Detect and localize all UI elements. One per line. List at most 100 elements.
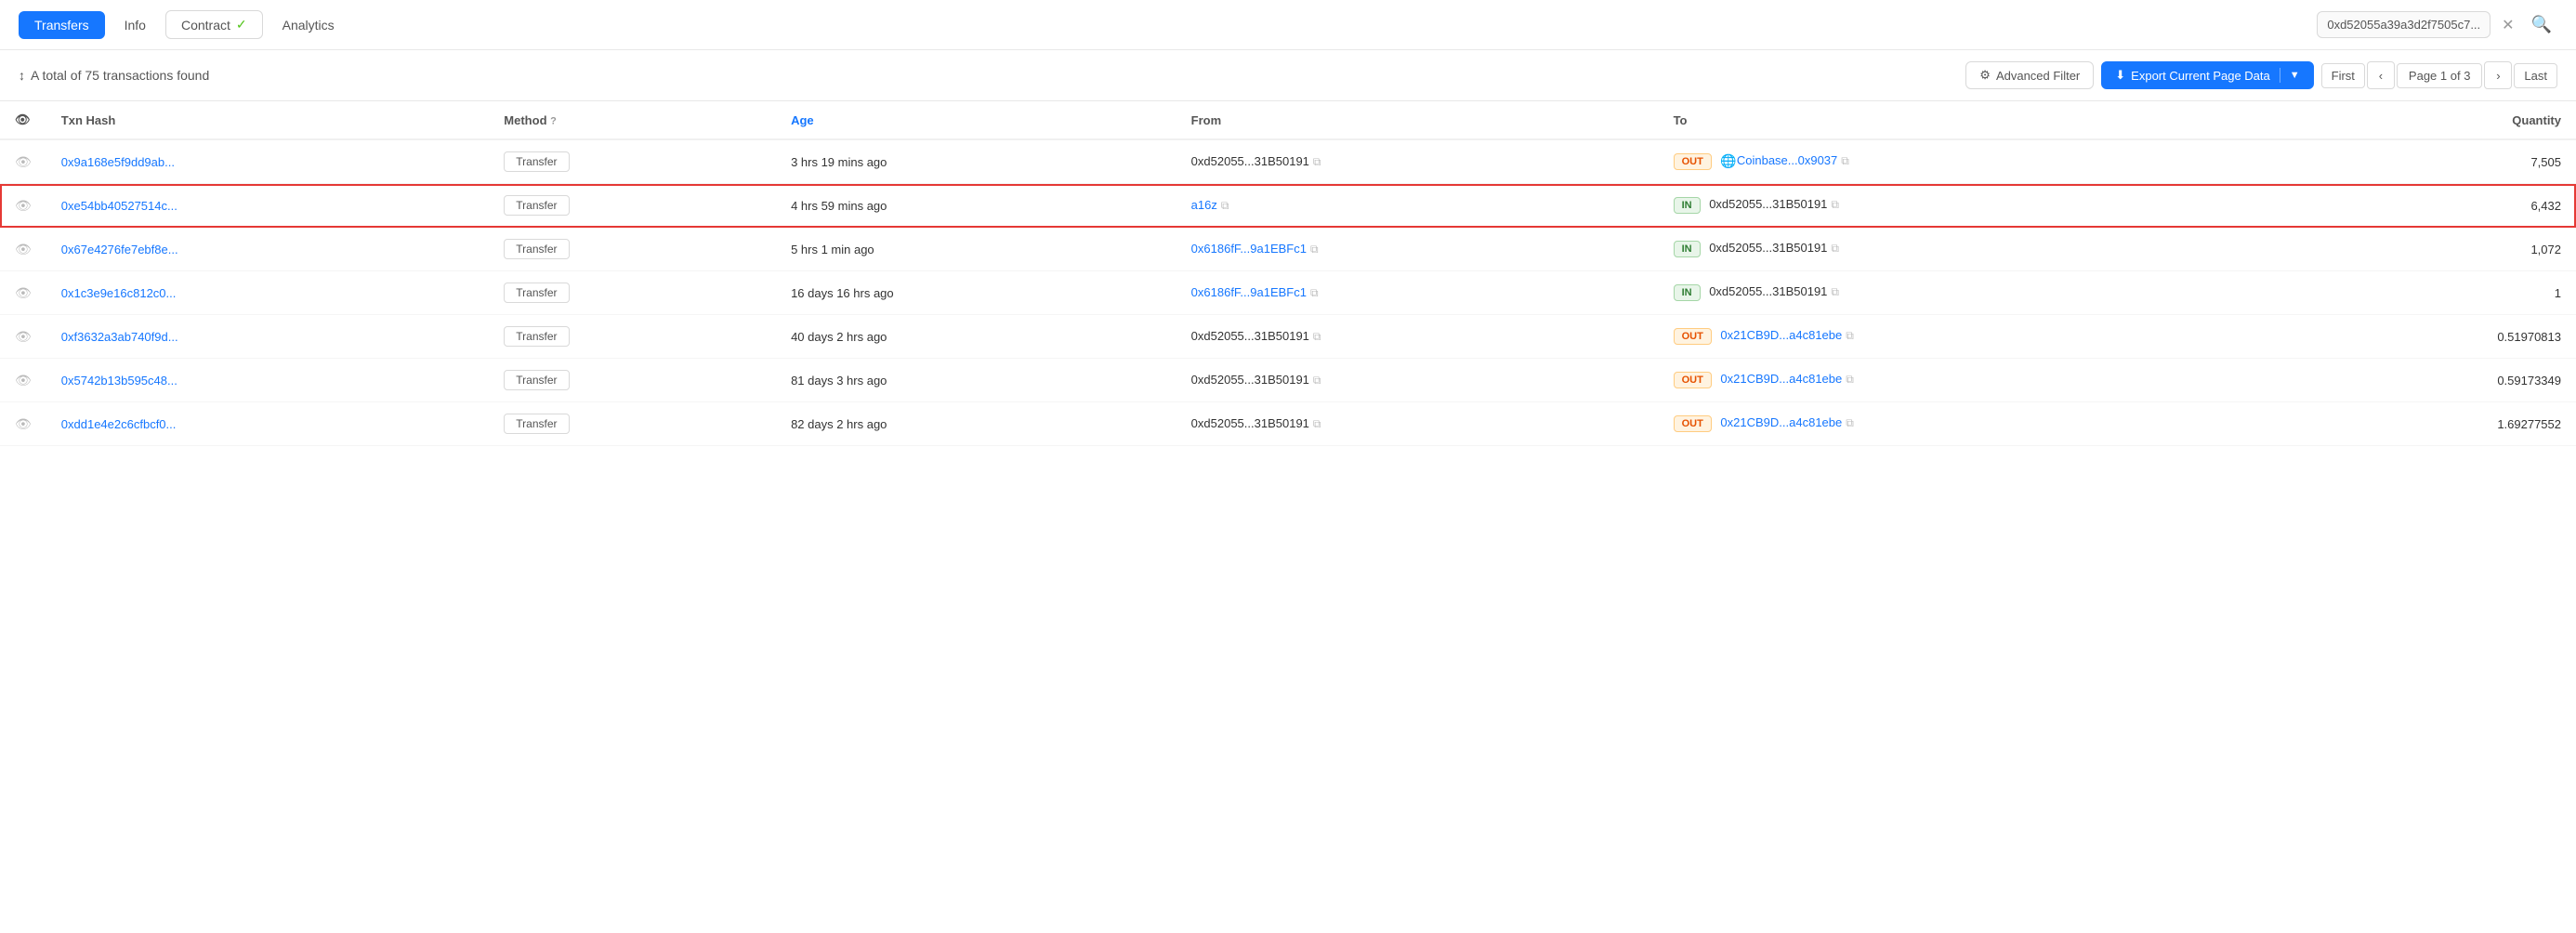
eye-icon[interactable]: 👁 [15, 154, 32, 169]
to-link[interactable]: 0x21CB9D...a4c81ebe [1720, 372, 1842, 386]
eye-cell: 👁 [0, 359, 46, 402]
method-cell: Transfer [489, 228, 776, 271]
from-address: 0xd52055...31B50191 [1191, 329, 1309, 343]
txn-hash-link[interactable]: 0xe54bb40527514c... [61, 199, 177, 213]
tab-info[interactable]: Info [109, 11, 162, 39]
pagination: First ‹ Page 1 of 3 › Last [2321, 61, 2557, 89]
from-cell: 0xd52055...31B50191⧉ [1176, 359, 1659, 402]
from-cell: 0x6186fF...9a1EBFc1⧉ [1176, 271, 1659, 315]
next-page-button[interactable]: › [2484, 61, 2512, 89]
toolbar: ↕ A total of 75 transactions found ⚙ Adv… [0, 50, 2576, 101]
txn-hash-link[interactable]: 0x5742b13b595c48... [61, 374, 177, 388]
to-cell: OUT 0x21CB9D...a4c81ebe ⧉ [1659, 315, 2293, 359]
txn-hash-link[interactable]: 0x1c3e9e16c812c0... [61, 286, 177, 300]
from-cell: 0xd52055...31B50191 ⧉ [1176, 402, 1659, 446]
table-row: 👁 0xf3632a3ab740f9d... Transfer 40 days … [0, 315, 2576, 359]
tab-contract-label: Contract [181, 18, 230, 33]
right-bar: 0xd52055a39a3d2f7505c7... ✕ 🔍 [2317, 9, 2557, 40]
from-link[interactable]: a16z [1191, 198, 1217, 212]
from-copy-icon[interactable]: ⧉ [1313, 330, 1321, 343]
txn-hash-link[interactable]: 0xf3632a3ab740f9d... [61, 330, 178, 344]
to-copy-icon[interactable]: ⧉ [1846, 373, 1854, 386]
to-cell: OUT 0x21CB9D...a4c81ebe ⧉ [1659, 402, 2293, 446]
txn-hash-cell: 0xe54bb40527514c... [46, 184, 490, 228]
from-copy-icon[interactable]: ⧉ [1313, 155, 1321, 168]
page-info: Page 1 of 3 [2397, 63, 2483, 88]
tab-analytics[interactable]: Analytics [267, 11, 350, 39]
method-cell: Transfer [489, 359, 776, 402]
from-cell: a16z ⧉ [1176, 184, 1659, 228]
to-cell: IN 0xd52055...31B50191⧉ [1659, 271, 2293, 315]
from-copy-icon[interactable]: ⧉ [1313, 417, 1321, 430]
coin-icon: 🌐 [1720, 153, 1736, 168]
age-cell: 40 days 2 hrs ago [776, 315, 1176, 359]
table-row: 👁 0x9a168e5f9dd9ab... Transfer 3 hrs 19 … [0, 139, 2576, 184]
from-address: 0xd52055...31B50191 [1191, 416, 1309, 430]
age-cell: 3 hrs 19 mins ago [776, 139, 1176, 184]
tab-contract[interactable]: Contract ✓ [165, 10, 263, 39]
eye-cell: 👁 [0, 402, 46, 446]
eye-icon[interactable]: 👁 [15, 416, 32, 431]
to-link[interactable]: 0x21CB9D...a4c81ebe [1720, 415, 1842, 429]
th-eye: 👁 [0, 101, 46, 139]
method-badge: Transfer [504, 239, 569, 259]
eye-icon[interactable]: 👁 [15, 329, 32, 344]
to-copy-icon[interactable]: ⧉ [1846, 329, 1854, 342]
eye-cell: 👁 [0, 315, 46, 359]
to-copy-icon[interactable]: ⧉ [1846, 416, 1854, 429]
txn-hash-link[interactable]: 0xdd1e4e2c6cfbcf0... [61, 417, 177, 431]
from-copy-icon[interactable]: ⧉ [1313, 374, 1321, 387]
eye-cell: 👁 [0, 271, 46, 315]
search-button[interactable]: 🔍 [2526, 9, 2557, 40]
from-address: 0xd52055...31B50191 [1191, 154, 1309, 168]
direction-badge: OUT [1674, 415, 1712, 432]
address-display: 0xd52055a39a3d2f7505c7... [2317, 11, 2491, 38]
quantity-cell: 0.59173349 [2293, 359, 2576, 402]
direction-badge: OUT [1674, 372, 1712, 388]
export-button[interactable]: ⬇ Export Current Page Data ▼ [2101, 61, 2313, 89]
to-copy-icon[interactable]: ⧉ [1831, 285, 1839, 298]
download-icon: ⬇ [2115, 68, 2125, 83]
txn-hash-cell: 0x67e4276fe7ebf8e... [46, 228, 490, 271]
to-copy-icon[interactable]: ⧉ [1841, 154, 1849, 167]
from-copy-icon[interactable]: ⧉ [1310, 243, 1319, 256]
first-page-button[interactable]: First [2321, 63, 2365, 88]
advanced-filter-button[interactable]: ⚙ Advanced Filter [1965, 61, 2094, 89]
eye-icon[interactable]: 👁 [15, 373, 32, 388]
quantity-cell: 6,432 [2293, 184, 2576, 228]
to-address: 0xd52055...31B50191 [1709, 284, 1827, 298]
to-link[interactable]: Coinbase...0x9037 [1737, 153, 1837, 167]
eye-icon[interactable]: 👁 [15, 242, 32, 256]
close-button[interactable]: ✕ [2498, 12, 2517, 38]
export-label: Export Current Page Data [2131, 69, 2270, 83]
to-address: 0xd52055...31B50191 [1709, 197, 1827, 211]
direction-badge: IN [1674, 197, 1701, 214]
th-txn-hash: Txn Hash [46, 101, 490, 139]
quantity-cell: 0.51970813 [2293, 315, 2576, 359]
last-page-button[interactable]: Last [2514, 63, 2557, 88]
to-copy-icon[interactable]: ⧉ [1831, 242, 1839, 255]
age-cell: 82 days 2 hrs ago [776, 402, 1176, 446]
prev-page-button[interactable]: ‹ [2367, 61, 2395, 89]
sort-icon: ↕ [19, 68, 25, 83]
from-copy-icon[interactable]: ⧉ [1310, 286, 1319, 299]
table-row: 👁 0x5742b13b595c48... Transfer 81 days 3… [0, 359, 2576, 402]
top-bar: Transfers Info Contract ✓ Analytics 0xd5… [0, 0, 2576, 50]
from-link[interactable]: 0x6186fF...9a1EBFc1 [1191, 285, 1307, 299]
txn-hash-cell: 0x5742b13b595c48... [46, 359, 490, 402]
txn-hash-link[interactable]: 0x9a168e5f9dd9ab... [61, 155, 175, 169]
from-copy-icon[interactable]: ⧉ [1221, 199, 1229, 212]
tab-transfers[interactable]: Transfers [19, 11, 105, 39]
eye-header-icon: 👁 [15, 112, 31, 126]
eye-icon[interactable]: 👁 [15, 198, 32, 213]
from-cell: 0xd52055...31B50191 ⧉ [1176, 139, 1659, 184]
to-link[interactable]: 0x21CB9D...a4c81ebe [1720, 328, 1842, 342]
eye-icon[interactable]: 👁 [15, 285, 32, 300]
tab-transfers-label: Transfers [34, 18, 89, 33]
direction-badge: OUT [1674, 328, 1712, 345]
from-link[interactable]: 0x6186fF...9a1EBFc1 [1191, 242, 1307, 256]
contract-check-icon: ✓ [236, 17, 247, 33]
txn-hash-link[interactable]: 0x67e4276fe7ebf8e... [61, 243, 178, 256]
to-copy-icon[interactable]: ⧉ [1831, 198, 1839, 211]
txn-hash-cell: 0xdd1e4e2c6cfbcf0... [46, 402, 490, 446]
